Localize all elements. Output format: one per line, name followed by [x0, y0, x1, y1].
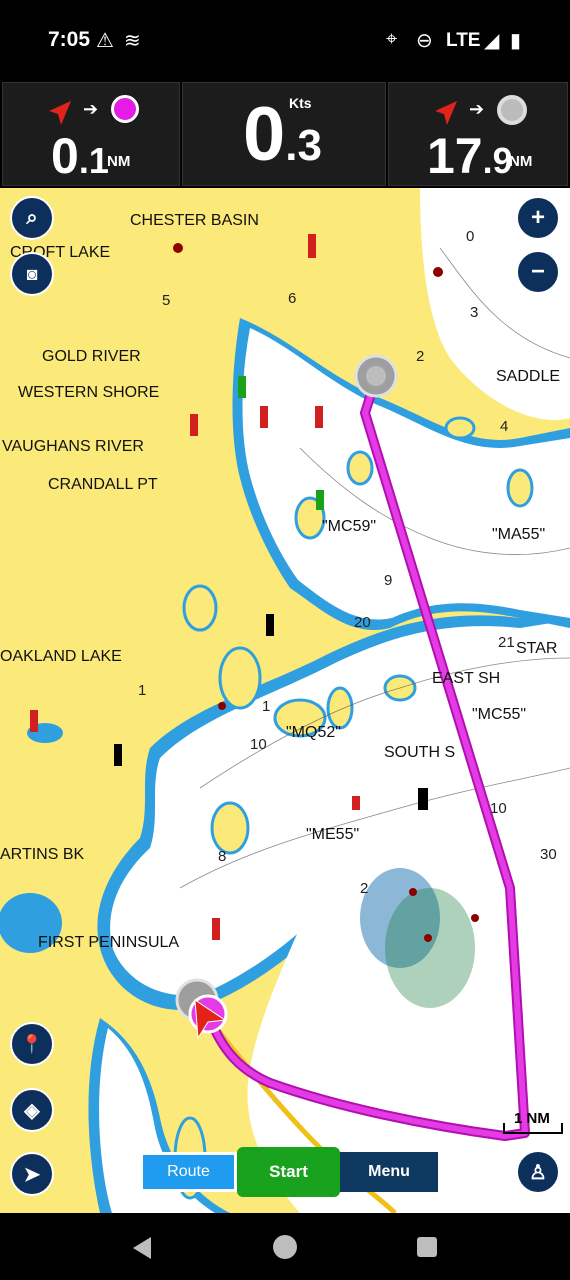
destination-unit: NM [509, 153, 533, 170]
depth-sounding: 3 [470, 304, 479, 321]
place-label: SOUTH S [384, 744, 456, 761]
search-icon: ⌕ [26, 206, 38, 229]
place-label: EAST SH [432, 670, 501, 687]
depth-sounding: 1 [138, 682, 147, 699]
speed-unit: Kts [289, 95, 312, 111]
distance-to-destination-cell[interactable]: ➔ 17.9 NM [388, 82, 568, 186]
place-label: WESTERN SHORE [18, 384, 160, 401]
locate-button[interactable]: ➤ [10, 1152, 54, 1196]
speed-cell[interactable]: 0.3 Kts [182, 82, 386, 186]
place-label: CHESTER BASIN [130, 212, 259, 229]
vessel-arrow-icon [435, 101, 457, 125]
depth-sounding: 30 [540, 846, 557, 863]
depth-sounding: 4 [500, 418, 509, 435]
destination-icon [497, 95, 527, 125]
distance-whole: 0 [51, 128, 79, 184]
nautical-chart[interactable]: CHESTER BASIN CROFT LAKE GOLD RIVER WEST… [0, 188, 570, 1213]
destination-whole: 17 [427, 128, 483, 184]
do-not-disturb-icon: ⊖ [416, 30, 433, 52]
profile-button[interactable]: ♙ [516, 1150, 560, 1194]
buoy-label: "ME55" [306, 826, 360, 843]
depth-sounding: 10 [490, 800, 507, 817]
vessel-arrow-icon [49, 101, 71, 125]
chart-graphics [0, 188, 570, 1213]
buoy-label: "MC55" [472, 706, 527, 723]
arrow-right-icon: ➔ [83, 99, 99, 119]
warning-icon: ⚠ [96, 30, 114, 52]
depth-sounding: 21 [498, 634, 515, 651]
place-label: GOLD RIVER [42, 348, 141, 365]
signal-icon: ◢ [484, 30, 500, 52]
place-label: FIRST PENINSULA [38, 934, 180, 951]
depth-sounding: 2 [360, 880, 369, 897]
depth-sounding: 10 [250, 736, 267, 753]
depth-sounding: 20 [354, 614, 371, 631]
status-bar: 7:05 ⚠ ≋ ⌖ ⊖ LTE ◢ ▮ [0, 0, 570, 82]
home-icon[interactable] [273, 1235, 297, 1259]
place-label: OAKLAND LAKE [0, 648, 122, 665]
layers-icon: ◈ [24, 1099, 40, 1122]
start-button[interactable]: Start [237, 1147, 340, 1197]
distance-value: 0.1 [51, 131, 109, 186]
network-type: LTE [446, 30, 481, 51]
menu-button[interactable]: Menu [340, 1152, 438, 1192]
depth-sounding: 2 [416, 348, 425, 365]
camera-icon: ◙ [26, 263, 38, 284]
waypoint-icon [111, 95, 139, 123]
depth-sounding: 8 [218, 848, 227, 865]
clock: 7:05 [48, 28, 91, 51]
layers-button[interactable]: ◈ [10, 1088, 54, 1132]
distance-frac: .1 [78, 140, 109, 181]
place-label: SADDLE [496, 368, 561, 385]
place-label: CRANDALL PT [48, 476, 158, 493]
person-icon: ♙ [529, 1161, 547, 1184]
depth-sounding: 1 [262, 698, 271, 715]
search-button[interactable]: ⌕ [10, 196, 54, 240]
location-icon: ⌖ [386, 28, 398, 50]
depth-sounding: 0 [466, 228, 475, 245]
buoy-label: "MA55" [492, 526, 546, 543]
back-icon[interactable] [133, 1237, 151, 1259]
system-nav-bar [0, 1213, 570, 1280]
route-button[interactable]: Route [140, 1152, 237, 1192]
zoom-out-button[interactable]: − [516, 250, 560, 294]
recents-icon[interactable] [417, 1237, 437, 1257]
distance-unit: NM [107, 153, 131, 170]
pin-icon: 📍 [20, 1033, 44, 1054]
battery-icon: ▮ [510, 30, 522, 52]
minus-icon: − [530, 258, 545, 285]
navigation-arrow-icon: ➤ [23, 1163, 41, 1186]
arrow-right-icon: ➔ [469, 99, 485, 119]
instrument-panel: ➔ 0.1 NM 0.3 Kts ➔ 17.9 NM [0, 82, 570, 188]
camera-button[interactable]: ◙ [10, 252, 54, 296]
destination-value: 17.9 [427, 131, 513, 186]
buoy-label: "MC59" [322, 518, 377, 535]
place-label: STAR [516, 640, 558, 657]
speed-whole: 0 [243, 92, 286, 177]
depth-sounding: 9 [384, 572, 393, 589]
plus-icon: + [530, 204, 545, 231]
place-label: VAUGHANS RIVER [2, 438, 144, 455]
depth-sounding: 6 [288, 290, 297, 307]
pin-button[interactable]: 📍 [10, 1022, 54, 1066]
distance-to-waypoint-cell[interactable]: ➔ 0.1 NM [2, 82, 180, 186]
water-areas [0, 188, 570, 1213]
zoom-in-button[interactable]: + [516, 196, 560, 240]
speed-frac: .3 [285, 121, 322, 170]
scale-label: 1 NM [514, 1110, 550, 1127]
depth-sounding: 5 [162, 292, 171, 309]
buoy-label: "MQ52" [286, 724, 341, 741]
waves-icon: ≋ [124, 30, 141, 52]
place-label: ARTINS BK [0, 846, 85, 863]
